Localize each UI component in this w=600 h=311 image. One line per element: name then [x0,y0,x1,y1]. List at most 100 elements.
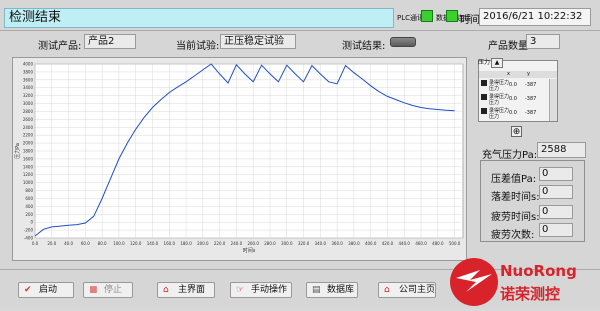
x-tick-label: 360.0 [331,241,343,246]
x-tick-label: 480.0 [432,241,444,246]
legend-scrollbar[interactable] [549,79,557,121]
y-tick-label: 3600 [23,77,34,82]
fatigue-time-value: 0 [539,205,573,219]
y-axis-label: 压力Pa [14,143,21,159]
y-tick-label: 3400 [23,85,34,90]
product-label: 测试产品: [38,41,82,52]
legend-swatch [481,108,487,114]
x-tick-label: 500.0 [449,241,461,246]
logo-graphic: NuoRong 诺荣测控 [450,258,577,306]
x-tick-label: 80.0 [98,241,107,246]
drop-time-value: 0 [539,185,573,199]
x-tick-label: 200.0 [197,241,209,246]
x-tick-label: 300.0 [281,241,293,246]
x-tick-label: 240.0 [231,241,243,246]
manual-operation-button[interactable]: ☞ 手动操作 [230,282,292,298]
chevron-up-icon[interactable]: ▲ [491,58,503,68]
crosshair-icon[interactable]: ⊕ [511,126,522,137]
x-tick-label: 180.0 [180,241,192,246]
stop-button[interactable]: ■ 停止 [83,282,133,298]
company-home-button-label: 公司主页 [399,285,436,295]
product-value: 产品2 [84,34,136,49]
x-tick-label: 340.0 [315,241,327,246]
company-home-button[interactable]: ⌂ 公司主页 [378,282,436,298]
x-tick-label: 120.0 [130,241,142,246]
legend-row-unit: 压力 [489,114,500,120]
legend-swatch [481,94,487,100]
legend-row: 录得压力 压力 0.0 -387 [481,79,557,92]
x-axis-label: 时间s [243,247,256,254]
pressure-diff-value: 0 [539,167,573,181]
y-tick-label: 1200 [23,172,34,177]
legend-row-y: -387 [525,96,537,102]
legend-row-x: 0.0 [509,110,517,116]
legend-col-y: y [527,71,530,77]
x-tick-label: 140.0 [147,241,159,246]
y-tick-label: 0 [30,220,33,225]
x-tick-label: 380.0 [348,241,360,246]
x-tick-label: 320.0 [298,241,310,246]
y-tick-label: 3800 [23,69,34,74]
database-button-label: 数据库 [327,285,355,295]
y-tick-label: 2600 [23,117,34,122]
x-tick-label: 160.0 [164,241,176,246]
y-tick-label: 1800 [23,149,34,154]
logo-chinese-text: 诺荣测控 [500,285,560,303]
logo-brand-text: NuoRong [500,262,577,280]
y-tick-label: -200 [24,228,34,233]
legend-header: x y [479,71,557,78]
legend-row-unit: 压力 [489,86,500,92]
chart-legend[interactable]: x y 录得压力 压力 0.0 -387 录得压力 压力 0.0 -387 录得… [478,60,558,122]
y-tick-label: 2200 [23,133,34,138]
x-tick-label: 60.0 [81,241,90,246]
status-title: 检测结束 [4,8,394,28]
database-icon: ▤ [312,285,321,295]
home-icon: ⌂ [384,285,390,295]
pressure-diff-label: 压差值Pa: [491,174,537,185]
test-panel-window: 检测结束 PLC通讯 数据库连接 时间 2016/6/21 10:22:32 测… [0,0,600,308]
y-tick-label: 600 [25,196,33,201]
hand-icon: ☞ [236,285,245,295]
y-tick-label: 2400 [23,125,34,130]
x-tick-label: 100.0 [113,241,125,246]
check-icon: ✔ [24,285,32,295]
fill-pressure-label: 充气压力Pa: [482,150,538,161]
current-test-value: 正压稳定试验 [220,34,296,49]
legend-row-x: 0.0 [509,96,517,102]
legend-row-y: -387 [525,82,537,88]
legend-row: 录得压力 压力 0.0 -387 [481,107,557,120]
y-tick-label: 1000 [23,180,34,185]
y-tick-label: 3000 [23,101,34,106]
x-tick-label: 440.0 [399,241,411,246]
db-status-led [446,10,458,22]
start-button-label: 启动 [39,285,58,295]
home-icon: ⌂ [163,285,169,295]
x-tick-label: 420.0 [382,241,394,246]
quantity-value: 3 [526,34,560,49]
test-result-indicator [390,37,416,47]
quantity-label: 产品数量 [488,41,528,52]
test-result-label: 测试结果: [342,41,386,52]
x-tick-label: 280.0 [264,241,276,246]
database-button[interactable]: ▤ 数据库 [306,282,358,298]
stop-icon: ■ [89,285,98,295]
plc-status-label: PLC通讯 [397,14,425,22]
drop-time-label: 落差时间s: [491,192,540,203]
pressure-chart-svg: 0.0 20.0 40.0 60.0 80.0 100.0 120.0 140.0 160.0 1… [14,62,464,254]
y-tick-label: 3200 [23,93,34,98]
x-tick-label: 460.0 [415,241,427,246]
start-button[interactable]: ✔ 启动 [18,282,74,298]
main-screen-button[interactable]: ⌂ 主界面 [157,282,215,298]
fatigue-time-label: 疲劳时间s: [491,212,540,223]
pressure-chart[interactable]: 0.0 20.0 40.0 60.0 80.0 100.0 120.0 140.0 160.0 1… [12,57,467,261]
y-tick-label: 2000 [23,141,34,146]
y-tick-label: 400 [25,204,33,209]
fatigue-count-label: 疲劳次数: [491,230,535,241]
plc-status-led [421,10,433,22]
time-label: 时间 [460,15,480,26]
y-tick-label: 4000 [23,62,34,67]
main-screen-button-label: 主界面 [178,285,206,295]
y-tick-label: -400 [24,236,34,241]
x-tick-label: 400.0 [365,241,377,246]
header-divider [0,30,600,31]
